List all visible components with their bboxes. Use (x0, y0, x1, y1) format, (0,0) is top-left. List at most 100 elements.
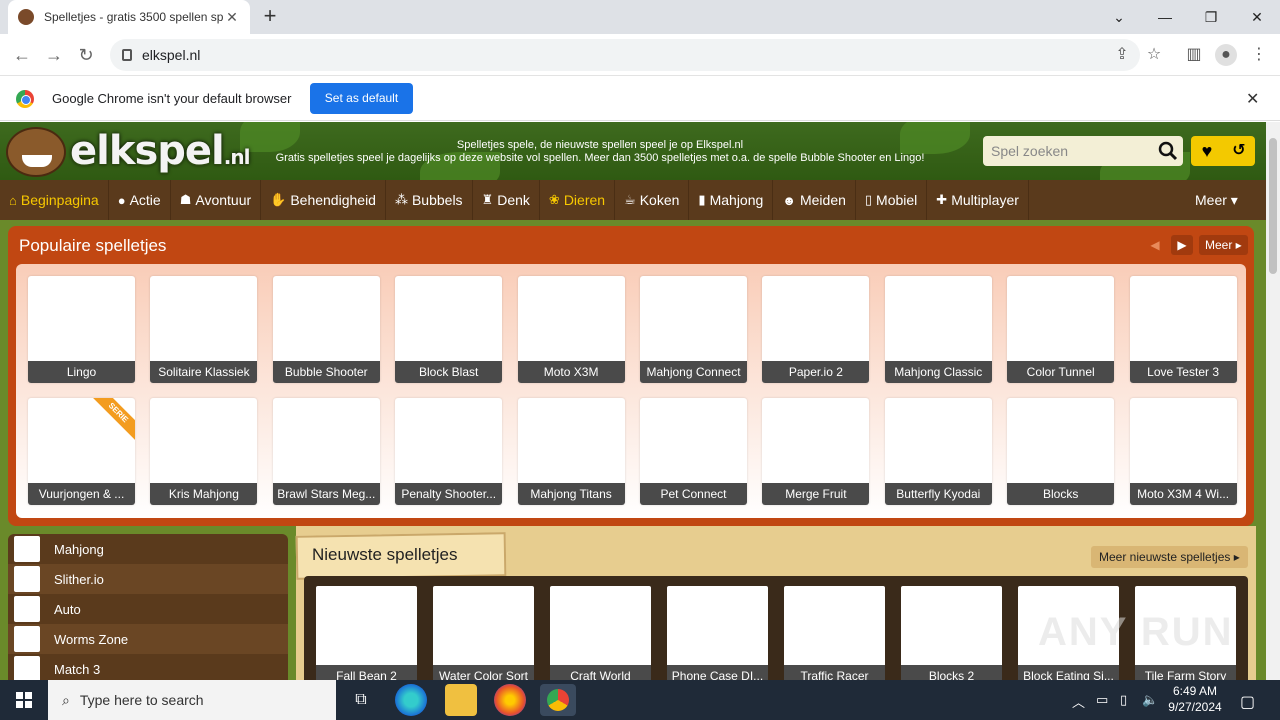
game-tile-label: Phone Case DI... (667, 665, 768, 680)
network-icon[interactable]: ▭ (1096, 692, 1108, 708)
game-tile[interactable]: Brawl Stars Meg... (272, 398, 380, 505)
newest-games-panel: Nieuwste spelletjes Meer nieuwste spelle… (295, 526, 1256, 680)
browser-tab[interactable]: Spelletjes - gratis 3500 spellen sp ✕ (8, 0, 250, 34)
new-game-tile[interactable]: Craft World (550, 586, 651, 680)
game-tile[interactable]: Color Tunnel (1007, 276, 1115, 383)
game-tile[interactable]: Merge Fruit (762, 398, 870, 505)
game-search-input[interactable]: Spel zoeken (983, 136, 1183, 166)
battery-icon[interactable]: ▯ (1120, 692, 1127, 708)
game-tile[interactable]: Mahjong Classic (884, 276, 992, 383)
popular-grid: Lingo Solitaire Klassiek Bubble Shooter Blo… (16, 264, 1246, 518)
nav-item-denk[interactable]: ♜ Denk (473, 180, 540, 220)
game-tile[interactable]: Paper.io 2 (762, 276, 870, 383)
nav-item-multiplayer[interactable]: ✚ Multiplayer (927, 180, 1029, 220)
reload-button[interactable]: ↻ (74, 43, 98, 67)
set-default-button[interactable]: Set as default (310, 83, 413, 114)
category-row[interactable]: Auto (8, 594, 288, 624)
game-tile[interactable]: Moto X3M 4 Wi... (1129, 398, 1237, 505)
nav-item-beginpagina[interactable]: ⌂ Beginpagina (0, 180, 109, 220)
file-explorer-icon[interactable] (445, 684, 477, 716)
search-icon[interactable] (1158, 141, 1178, 161)
popular-title: Populaire spelletjes (19, 236, 167, 255)
game-tile-label: Butterfly Kyodai (884, 483, 992, 505)
category-row[interactable]: Mahjong (8, 534, 288, 564)
nav-item-avontuur[interactable]: ☗ Avontuur (171, 180, 262, 220)
game-tile[interactable]: Mahjong Titans (517, 398, 625, 505)
game-tile[interactable]: Lingo (28, 276, 135, 383)
nav-item-mobiel[interactable]: ▯ Mobiel (856, 180, 928, 220)
scrollbar-thumb[interactable] (1269, 138, 1277, 274)
site-tagline: Spelletjes spele, de nieuwste spellen sp… (275, 139, 925, 164)
back-button[interactable]: ← (10, 43, 34, 67)
next-arrow-icon[interactable]: ▶ (1171, 235, 1193, 255)
category-row[interactable]: Slither.io (8, 564, 288, 594)
new-game-tile[interactable]: Phone Case DI... (667, 586, 768, 680)
volume-icon[interactable]: 🔈 (1142, 692, 1158, 708)
game-tile[interactable]: Blocks (1007, 398, 1115, 505)
prev-arrow-icon[interactable]: ◀ (1144, 235, 1166, 255)
new-game-tile[interactable]: Traffic Racer (784, 586, 885, 680)
address-bar[interactable]: elkspel.nl (110, 39, 1140, 71)
close-window-button[interactable]: ✕ (1234, 4, 1280, 30)
nav-item-koken[interactable]: ☕ Koken (615, 180, 690, 220)
minimize-button[interactable]: — (1142, 4, 1188, 30)
forward-button[interactable]: → (42, 43, 66, 67)
game-tile-label: Mahjong Connect (640, 361, 747, 383)
nav-item-actie[interactable]: ● Actie (109, 180, 171, 220)
tab-strip: Spelletjes - gratis 3500 spellen sp ✕ + … (0, 0, 1280, 34)
game-tile[interactable]: Mahjong Connect (640, 276, 747, 383)
nav-more-button[interactable]: Meer ▾ (1195, 180, 1238, 220)
nav-item-mahjong[interactable]: ▮ Mahjong (689, 180, 774, 220)
nav-item-label: Meiden (799, 192, 846, 208)
site-logo[interactable]: elkspel.nl (70, 128, 250, 174)
nav-item-behendigheid[interactable]: ✋ Behendigheid (261, 180, 386, 220)
task-view-icon[interactable]: ⧉ (345, 684, 377, 716)
category-row[interactable]: Worms Zone (8, 624, 288, 654)
game-tile[interactable]: Bubble Shooter (272, 276, 380, 383)
new-game-tile[interactable]: Fall Bean 2 (316, 586, 417, 680)
restore-button[interactable]: ❐ (1188, 4, 1234, 30)
taskbar-search-input[interactable]: ⌕ Type here to search (48, 680, 336, 720)
game-tile[interactable]: Solitaire Klassiek (150, 276, 258, 383)
game-tile-label: Blocks (1007, 483, 1115, 505)
game-tile[interactable]: Butterfly Kyodai (884, 398, 992, 505)
game-tile-label: Kris Mahjong (150, 483, 258, 505)
game-tile[interactable]: Pet Connect (640, 398, 747, 505)
profile-icon[interactable]: ● (1215, 44, 1237, 66)
category-row[interactable]: Match 3 (8, 654, 288, 680)
tray-chevron-icon[interactable]: ︿ (1072, 692, 1085, 711)
game-tile[interactable]: Vuurjongen & ... SERIE (28, 398, 135, 505)
firefox-icon[interactable] (494, 684, 526, 716)
bookmark-star-icon[interactable]: ☆ (1143, 44, 1165, 66)
game-tile[interactable]: Kris Mahjong (150, 398, 258, 505)
taskbar-clock[interactable]: 6:49 AM 9/27/2024 (1160, 683, 1230, 715)
newest-more-button[interactable]: Meer nieuwste spelletjes ▸ (1091, 546, 1248, 568)
tab-search-icon[interactable]: ⌄ (1096, 4, 1142, 30)
page-scrollbar[interactable] (1266, 122, 1280, 680)
chrome-taskbar-icon[interactable] (540, 684, 576, 716)
edge-icon[interactable] (395, 684, 427, 716)
popular-games-panel: Populaire spelletjes ◀ ▶ Meer ▸ Lingo Sol… (8, 226, 1254, 526)
game-tile[interactable]: Moto X3M (517, 276, 625, 383)
nav-item-label: Actie (129, 192, 161, 208)
history-icon[interactable]: ↺ (1223, 136, 1255, 166)
nav-item-dieren[interactable]: ❀ Dieren (540, 180, 616, 220)
notifications-icon[interactable]: ▢ (1240, 692, 1255, 712)
nav-item-meiden[interactable]: ☻ Meiden (773, 180, 856, 220)
close-tab-icon[interactable]: ✕ (224, 9, 240, 26)
new-game-tile[interactable]: Water Color Sort (433, 586, 534, 680)
new-tab-button[interactable]: + (258, 5, 282, 29)
share-icon[interactable]: ⇪ (1111, 44, 1133, 66)
new-game-tile[interactable]: Blocks 2 (901, 586, 1002, 680)
menu-icon[interactable]: ⋮ (1248, 44, 1270, 66)
game-tile[interactable]: Block Blast (395, 276, 503, 383)
infobar-close-icon[interactable]: ✕ (1246, 89, 1259, 109)
windows-start-icon[interactable] (0, 680, 48, 720)
popular-more-button[interactable]: Meer ▸ (1199, 235, 1248, 255)
favorites-heart-icon[interactable]: ♥ (1191, 136, 1223, 166)
game-tile[interactable]: Love Tester 3 (1129, 276, 1237, 383)
nav-item-bubbels[interactable]: ⁂ Bubbels (386, 180, 473, 220)
game-tile-label: Merge Fruit (762, 483, 870, 505)
game-tile[interactable]: Penalty Shooter... (395, 398, 503, 505)
side-panel-icon[interactable]: ▥ (1183, 44, 1205, 66)
